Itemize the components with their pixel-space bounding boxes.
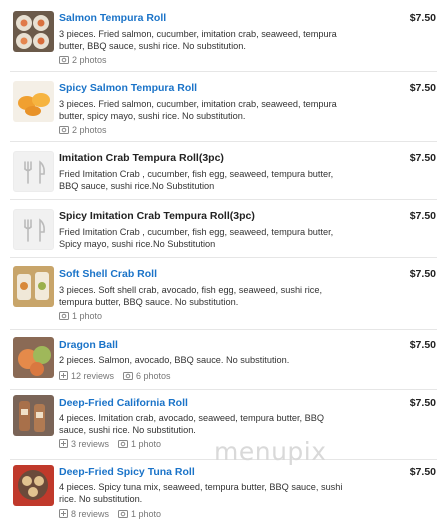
item-title: Spicy Imitation Crab Tempura Roll(3pc) <box>59 210 255 222</box>
camera-icon <box>118 509 129 520</box>
menu-item[interactable]: Salmon Tempura Roll $7.50 3 pieces. Frie… <box>0 0 447 72</box>
photos-link[interactable]: 1 photo <box>72 311 102 321</box>
item-description: 2 pieces. Salmon, avocado, BBQ sauce. No… <box>59 355 290 365</box>
review-icon <box>59 371 68 382</box>
item-title-link[interactable]: Dragon Ball <box>59 339 118 351</box>
item-description: 4 pieces. Spicy tuna mix, seaweed, tempu… <box>59 482 343 504</box>
utensils-placeholder <box>13 151 54 192</box>
item-meta: 3 reviews 1 photo <box>59 439 161 450</box>
item-price: $7.50 <box>409 210 436 222</box>
menu-item[interactable]: Spicy Salmon Tempura Roll $7.50 3 pieces… <box>0 72 447 142</box>
spicy-salmon-photo[interactable] <box>13 81 54 122</box>
dragon-ball-photo[interactable] <box>13 337 54 378</box>
reviews-link[interactable]: 8 reviews <box>71 509 109 519</box>
menu-item[interactable]: Spicy Imitation Crab Tempura Roll(3pc) $… <box>0 200 447 258</box>
camera-icon <box>59 55 69 66</box>
utensils-placeholder <box>13 209 54 250</box>
soft-shell-crab-photo[interactable] <box>13 266 54 307</box>
item-title-link[interactable]: Salmon Tempura Roll <box>59 12 166 24</box>
deep-fried-california-photo[interactable] <box>13 395 54 436</box>
item-description: 3 pieces. Fried salmon, cucumber, imitat… <box>59 29 337 51</box>
item-price: $7.50 <box>409 466 436 478</box>
item-meta: 2 photos <box>59 55 107 66</box>
item-description: 3 pieces. Fried salmon, cucumber, imitat… <box>59 99 337 121</box>
menu-item[interactable]: Soft Shell Crab Roll $7.50 3 pieces. Sof… <box>0 258 447 330</box>
item-description: 3 pieces. Soft shell crab, avocado, fish… <box>59 285 323 307</box>
item-title-link[interactable]: Deep-Fried California Roll <box>59 397 188 409</box>
review-icon <box>59 439 68 450</box>
watermark: menupix <box>214 437 327 466</box>
reviews-link[interactable]: 3 reviews <box>71 439 109 449</box>
item-description: Fried Imitation Crab , cucumber, fish eg… <box>59 227 334 249</box>
photos-link[interactable]: 2 photos <box>72 55 107 65</box>
camera-icon <box>59 311 69 322</box>
camera-icon <box>123 371 134 382</box>
photos-link[interactable]: 1 photo <box>131 509 161 519</box>
item-title-link[interactable]: Spicy Salmon Tempura Roll <box>59 82 197 94</box>
item-title: Imitation Crab Tempura Roll(3pc) <box>59 152 224 164</box>
menu-item[interactable]: Dragon Ball $7.50 2 pieces. Salmon, avoc… <box>0 330 447 390</box>
spicy-tuna-photo[interactable] <box>13 465 54 506</box>
item-description: 4 pieces. Imitation crab, avocado, seawe… <box>59 413 325 435</box>
item-price: $7.50 <box>409 339 436 351</box>
salmon-roll-photo[interactable] <box>13 11 54 52</box>
item-price: $7.50 <box>409 268 436 280</box>
review-icon <box>59 509 68 520</box>
item-meta: 12 reviews 6 photos <box>59 371 171 382</box>
photos-link[interactable]: 6 photos <box>136 371 171 381</box>
item-price: $7.50 <box>409 82 436 94</box>
reviews-link[interactable]: 12 reviews <box>71 371 114 381</box>
item-meta: 1 photo <box>59 311 102 322</box>
item-meta: 2 photos <box>59 125 107 136</box>
item-description: Fried Imitation Crab , cucumber, fish eg… <box>59 169 334 191</box>
item-meta: 8 reviews 1 photo <box>59 509 161 520</box>
utensils-icon <box>24 218 45 242</box>
photos-link[interactable]: 2 photos <box>72 125 107 135</box>
camera-icon <box>118 439 129 450</box>
camera-icon <box>59 125 69 136</box>
utensils-icon <box>24 160 45 184</box>
menu-item[interactable]: Imitation Crab Tempura Roll(3pc) $7.50 F… <box>0 142 447 200</box>
item-price: $7.50 <box>409 397 436 409</box>
item-price: $7.50 <box>409 152 436 164</box>
item-title-link[interactable]: Soft Shell Crab Roll <box>59 268 157 280</box>
menu-item[interactable]: Deep-Fried Spicy Tuna Roll $7.50 4 piece… <box>0 460 447 530</box>
item-title-link[interactable]: Deep-Fried Spicy Tuna Roll <box>59 466 195 478</box>
photos-link[interactable]: 1 photo <box>131 439 161 449</box>
item-price: $7.50 <box>409 12 436 24</box>
